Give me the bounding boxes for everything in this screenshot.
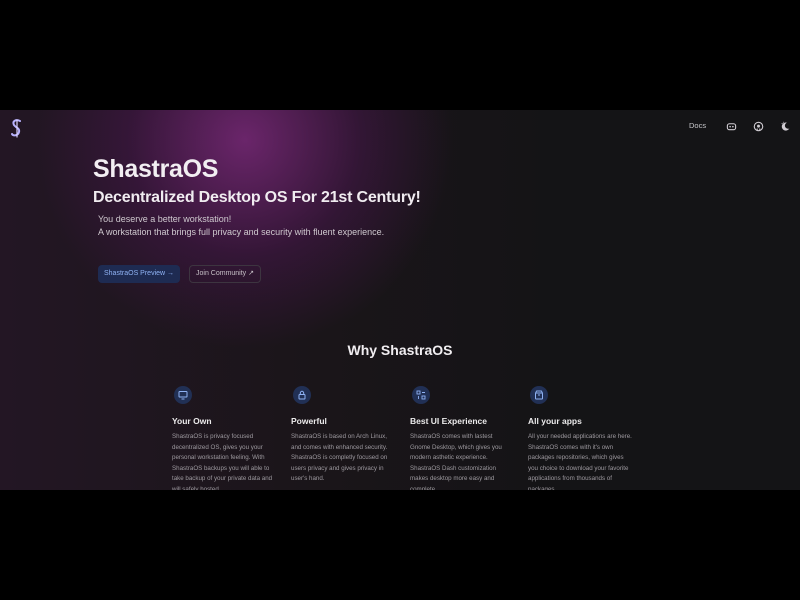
hero-tagline-2: A workstation that brings full privacy a… bbox=[98, 227, 385, 237]
feature-card-all-apps: All your apps All your needed applicatio… bbox=[528, 386, 632, 490]
theme-toggle-icon[interactable] bbox=[780, 121, 791, 132]
ui-layout-icon bbox=[412, 386, 430, 404]
feature-description: ShastraOS is based on Arch Linux, and co… bbox=[291, 433, 388, 482]
shastra-logo-icon[interactable] bbox=[9, 118, 25, 138]
feature-title: Powerful bbox=[291, 416, 327, 426]
monitor-icon bbox=[174, 386, 192, 404]
lock-icon bbox=[293, 386, 311, 404]
feature-card-powerful: Powerful ShastraOS is based on Arch Linu… bbox=[291, 386, 395, 485]
feature-card-best-ui: Best UI Experience ShastraOS comes with … bbox=[410, 386, 514, 490]
feature-description: All your needed applications are here. S… bbox=[528, 433, 632, 490]
preview-button[interactable]: ShastraOS Preview → bbox=[98, 265, 181, 283]
package-icon bbox=[530, 386, 548, 404]
nav-docs-link[interactable]: Docs bbox=[689, 121, 706, 130]
top-navbar: Docs bbox=[0, 110, 800, 144]
join-community-button[interactable]: Join Community ↗ bbox=[189, 265, 261, 283]
feature-description: ShastraOS comes with lastest Gnome Deskt… bbox=[410, 433, 502, 490]
why-section-title: Why ShastraOS bbox=[347, 342, 453, 358]
feature-title: All your apps bbox=[528, 416, 582, 426]
hero-title: ShastraOS bbox=[93, 155, 219, 183]
feature-title: Your Own bbox=[172, 416, 212, 426]
hero-subtitle: Decentralized Desktop OS For 21st Centur… bbox=[93, 189, 421, 206]
github-icon[interactable] bbox=[753, 121, 764, 132]
hero-tagline-1: You deserve a better workstation! bbox=[98, 214, 232, 224]
feature-description: ShastraOS is privacy focused decentraliz… bbox=[172, 433, 273, 490]
discord-icon[interactable] bbox=[726, 121, 737, 132]
feature-card-your-own: Your Own ShastraOS is privacy focused de… bbox=[172, 386, 276, 490]
feature-title: Best UI Experience bbox=[410, 416, 488, 426]
browser-viewport: Docs ShastraOS Decentralized Desktop OS … bbox=[0, 110, 800, 490]
